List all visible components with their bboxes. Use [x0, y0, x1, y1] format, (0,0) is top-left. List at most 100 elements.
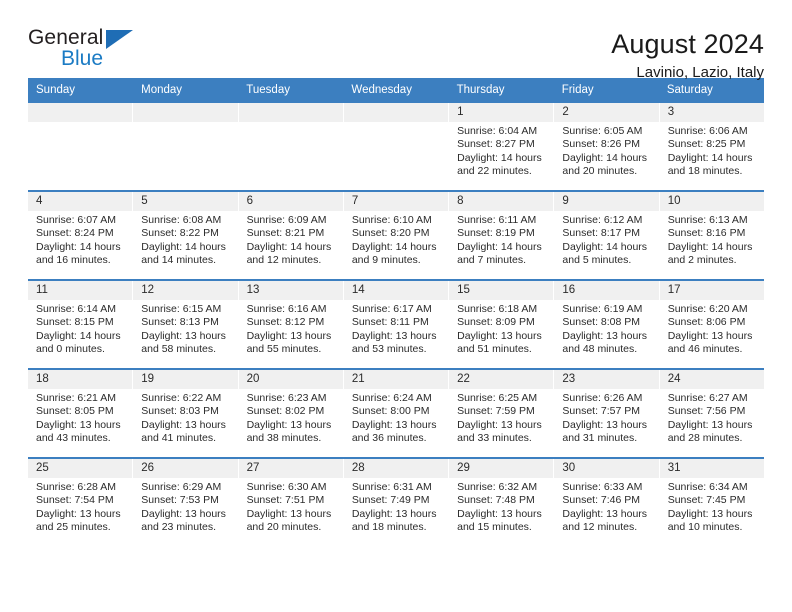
day-number: 8	[449, 192, 554, 211]
day-cell[interactable]: 6 Sunrise: 6:09 AM Sunset: 8:21 PM Daylight…	[238, 192, 344, 279]
sunrise-text: Sunrise: 6:25 AM	[457, 392, 538, 404]
day-number: 12	[133, 281, 238, 300]
sunrise-text: Sunrise: 6:27 AM	[667, 392, 748, 404]
daylight-text-line2: and 22 minutes.	[457, 164, 532, 177]
daylight-text-line2: and 33 minutes.	[457, 431, 532, 444]
day-number: 25	[28, 459, 133, 478]
day-number: 9	[554, 192, 659, 211]
sunrise-text: Sunrise: 6:22 AM	[141, 392, 222, 404]
day-cell[interactable]: 24 Sunrise: 6:27 AM Sunset: 7:56 PM Dayligh…	[659, 370, 764, 457]
daylight-text-line2: and 51 minutes.	[457, 342, 532, 355]
day-number: 18	[28, 370, 133, 389]
day-cell[interactable]: 13 Sunrise: 6:16 AM Sunset: 8:12 PM Dayligh…	[238, 281, 344, 368]
day-cell[interactable]: 22 Sunrise: 6:25 AM Sunset: 7:59 PM Dayligh…	[449, 370, 555, 457]
logo-text-blue: Blue	[61, 47, 104, 70]
sunrise-text: Sunrise: 6:30 AM	[246, 481, 327, 493]
sun-info: Sunrise: 6:30 AM Sunset: 7:51 PM Daylight:…	[239, 478, 343, 534]
sunset-text: Sunset: 8:17 PM	[562, 227, 641, 240]
day-cell[interactable]: 19 Sunrise: 6:22 AM Sunset: 8:03 PM Dayligh…	[133, 370, 239, 457]
daylight-text-line2: and 12 minutes.	[562, 520, 638, 533]
day-cell[interactable]: 14 Sunrise: 6:17 AM Sunset: 8:11 PM Dayligh…	[343, 281, 450, 368]
day-cell[interactable]: 2 Sunrise: 6:05 AM Sunset: 8:26 PM Daylight…	[554, 103, 660, 190]
daylight-text-line1: Daylight: 13 hours	[351, 507, 437, 520]
day-cell[interactable]: 16 Sunrise: 6:19 AM Sunset: 8:08 PM Dayligh…	[554, 281, 660, 368]
sun-info: Sunrise: 6:24 AM Sunset: 8:00 PM Daylight:…	[344, 389, 448, 445]
day-cell[interactable]: 8 Sunrise: 6:11 AM Sunset: 8:19 PM Daylight…	[449, 192, 555, 279]
day-cell[interactable]: 29 Sunrise: 6:32 AM Sunset: 7:48 PM Dayligh…	[449, 459, 555, 546]
day-cell[interactable]: 5 Sunrise: 6:08 AM Sunset: 8:22 PM Daylight…	[133, 192, 239, 279]
day-cell[interactable]: 31 Sunrise: 6:34 AM Sunset: 7:45 PM Dayligh…	[659, 459, 764, 546]
day-cell[interactable]: 3 Sunrise: 6:06 AM Sunset: 8:25 PM Daylight…	[659, 103, 764, 190]
sun-info: Sunrise: 6:21 AM Sunset: 8:05 PM Daylight:…	[28, 389, 132, 445]
sunrise-text: Sunrise: 6:14 AM	[36, 303, 116, 315]
day-number: 16	[554, 281, 659, 300]
sun-info: Sunrise: 6:04 AM Sunset: 8:27 PM Daylight:…	[449, 122, 553, 178]
day-cell[interactable]: 15 Sunrise: 6:18 AM Sunset: 8:09 PM Dayligh…	[449, 281, 555, 368]
sun-info: Sunrise: 6:09 AM Sunset: 8:21 PM Daylight:…	[239, 211, 343, 267]
calendar-week-row: 11 Sunrise: 6:14 AM Sunset: 8:15 PM Dayligh…	[28, 279, 764, 368]
day-cell[interactable]: 9 Sunrise: 6:12 AM Sunset: 8:17 PM Daylight…	[554, 192, 660, 279]
sunrise-text: Sunrise: 6:34 AM	[667, 481, 748, 493]
weekday-friday: Friday	[561, 84, 594, 96]
sunrise-text: Sunrise: 6:05 AM	[562, 125, 643, 137]
daylight-text-line2: and 20 minutes.	[562, 164, 638, 177]
day-cell[interactable]: 28 Sunrise: 6:31 AM Sunset: 7:49 PM Dayligh…	[343, 459, 450, 546]
day-number: 3	[659, 103, 764, 122]
day-cell[interactable]: 20 Sunrise: 6:23 AM Sunset: 8:02 PM Dayligh…	[238, 370, 344, 457]
day-cell[interactable]: 25 Sunrise: 6:28 AM Sunset: 7:54 PM Dayligh…	[28, 459, 134, 546]
day-cell[interactable]: 30 Sunrise: 6:33 AM Sunset: 7:46 PM Dayligh…	[554, 459, 660, 546]
day-cell[interactable]: 7 Sunrise: 6:10 AM Sunset: 8:20 PM Daylight…	[343, 192, 450, 279]
day-number: 22	[449, 370, 554, 389]
sun-info: Sunrise: 6:23 AM Sunset: 8:02 PM Daylight:…	[239, 389, 343, 445]
day-cell[interactable]: 21 Sunrise: 6:24 AM Sunset: 8:00 PM Dayligh…	[343, 370, 450, 457]
weekday-sunday: Sunday	[36, 84, 76, 96]
day-cell[interactable]: 27 Sunrise: 6:30 AM Sunset: 7:51 PM Dayligh…	[238, 459, 344, 546]
sun-info: Sunrise: 6:26 AM Sunset: 7:57 PM Daylight:…	[554, 389, 658, 445]
page-header: General Blue August 2024 Lavinio, Lazio,…	[28, 0, 764, 81]
daylight-text-line1: Daylight: 13 hours	[457, 329, 542, 342]
sunrise-text: Sunrise: 6:07 AM	[36, 214, 116, 226]
daylight-text-line2: and 9 minutes.	[351, 253, 421, 266]
daylight-text-line1: Daylight: 13 hours	[246, 507, 332, 520]
day-number: 5	[133, 192, 238, 211]
day-cell[interactable]: 11 Sunrise: 6:14 AM Sunset: 8:15 PM Dayligh…	[28, 281, 134, 368]
day-cell[interactable]: 12 Sunrise: 6:15 AM Sunset: 8:13 PM Dayligh…	[133, 281, 239, 368]
sunrise-text: Sunrise: 6:10 AM	[351, 214, 432, 226]
day-cell-empty	[343, 103, 450, 190]
sun-info: Sunrise: 6:20 AM Sunset: 8:06 PM Daylight:…	[660, 300, 764, 356]
daylight-text-line2: and 20 minutes.	[246, 520, 322, 533]
day-number: 14	[343, 281, 449, 300]
sunset-text: Sunset: 7:59 PM	[457, 405, 535, 418]
day-cell[interactable]: 26 Sunrise: 6:29 AM Sunset: 7:53 PM Dayligh…	[133, 459, 239, 546]
daylight-text-line1: Daylight: 14 hours	[351, 240, 437, 253]
sunset-text: Sunset: 7:45 PM	[667, 494, 746, 507]
sunrise-text: Sunrise: 6:17 AM	[351, 303, 432, 315]
day-cell[interactable]: 18 Sunrise: 6:21 AM Sunset: 8:05 PM Dayligh…	[28, 370, 134, 457]
sunrise-text: Sunrise: 6:33 AM	[562, 481, 643, 493]
daylight-text-line2: and 18 minutes.	[351, 520, 427, 533]
sunrise-text: Sunrise: 6:21 AM	[36, 392, 116, 404]
day-cell[interactable]: 17 Sunrise: 6:20 AM Sunset: 8:06 PM Dayligh…	[659, 281, 764, 368]
day-cell[interactable]: 4 Sunrise: 6:07 AM Sunset: 8:24 PM Daylight…	[28, 192, 134, 279]
sun-info: Sunrise: 6:12 AM Sunset: 8:17 PM Daylight:…	[554, 211, 658, 267]
sun-info: Sunrise: 6:33 AM Sunset: 7:46 PM Daylight:…	[554, 478, 658, 534]
generalblue-logo[interactable]: General Blue	[28, 26, 144, 70]
day-number: 7	[343, 192, 449, 211]
sun-info: Sunrise: 6:31 AM Sunset: 7:49 PM Daylight:…	[344, 478, 448, 534]
day-cell[interactable]: 23 Sunrise: 6:26 AM Sunset: 7:57 PM Dayligh…	[554, 370, 660, 457]
day-number: 4	[28, 192, 133, 211]
weekday-thursday: Thursday	[456, 84, 505, 96]
daylight-text-line1: Daylight: 13 hours	[457, 507, 542, 520]
daylight-text-line2: and 23 minutes.	[141, 520, 216, 533]
sunrise-text: Sunrise: 6:31 AM	[351, 481, 432, 493]
daylight-text-line2: and 15 minutes.	[457, 520, 532, 533]
day-cell[interactable]: 1 Sunrise: 6:04 AM Sunset: 8:27 PM Daylight…	[449, 103, 555, 190]
day-cell-empty	[28, 103, 134, 190]
calendar-page: General Blue August 2024 Lavinio, Lazio,…	[0, 0, 792, 612]
day-number: 29	[449, 459, 554, 478]
sun-info: Sunrise: 6:27 AM Sunset: 7:56 PM Daylight:…	[660, 389, 764, 445]
sun-info: Sunrise: 6:32 AM Sunset: 7:48 PM Daylight:…	[449, 478, 553, 534]
weekday-wednesday: Wednesday	[351, 84, 412, 96]
day-number: 26	[133, 459, 238, 478]
day-cell[interactable]: 10 Sunrise: 6:13 AM Sunset: 8:16 PM Dayligh…	[659, 192, 764, 279]
